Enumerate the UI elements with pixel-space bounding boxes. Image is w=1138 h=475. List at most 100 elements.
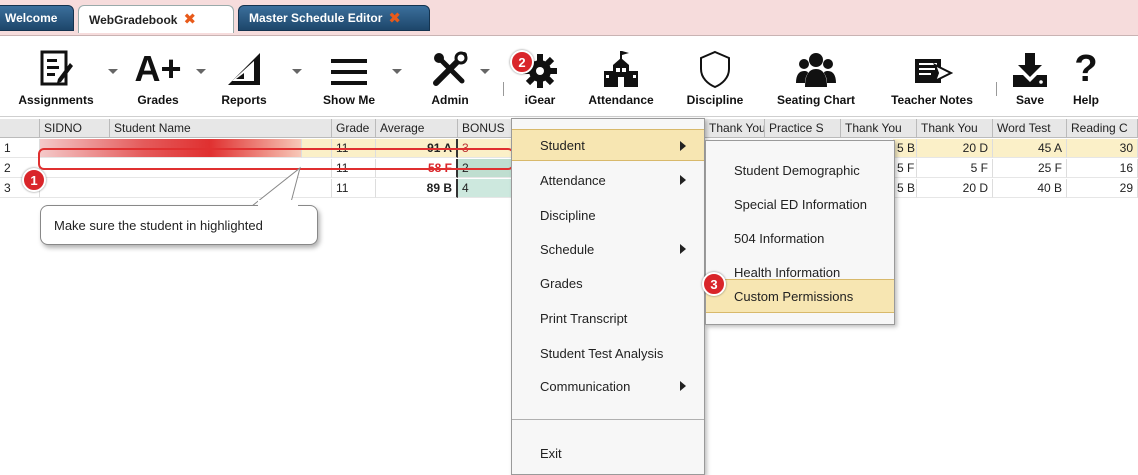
step-badge-2: 2 [510,50,534,74]
score-cell[interactable]: 30 [1067,139,1138,158]
menu-icon [329,45,369,89]
score-cell[interactable]: 40 B [993,179,1067,198]
column-header-thank-you[interactable]: Thank You [705,119,765,138]
menu-item-label: Student [540,137,585,153]
discipline-label: Discipline [686,93,744,107]
menu-divider [512,419,704,420]
menu-item-grades[interactable]: Grades [512,267,704,299]
menu-item-discipline[interactable]: Discipline [512,199,704,231]
assignments-button[interactable]: Assignments [10,45,102,107]
column-header-sidno[interactable]: SIDNO [40,119,110,138]
column-header-row-number[interactable] [0,119,40,138]
menu-item-attendance[interactable]: Attendance [512,164,704,196]
column-header-grade[interactable]: Grade [332,119,376,138]
submenu-item-custom-permissions[interactable]: Custom Permissions [706,279,894,313]
admin-button[interactable]: Admin [420,45,480,107]
help-label: Help [1072,93,1099,107]
score-cell[interactable]: 20 D [917,179,993,198]
close-icon[interactable]: ✖ [388,11,401,26]
chevron-down-icon[interactable] [292,69,302,74]
school-icon [601,45,641,89]
student-submenu: Student Demographic Special ED Informati… [705,140,895,325]
instruction-callout: Make sure the student in highlighted [40,205,318,245]
reports-label: Reports [221,93,267,107]
column-header-thank-you-3[interactable]: Thank You [917,119,993,138]
tab-bar: Welcome WebGradebook ✖ Master Schedule E… [0,0,1138,36]
reports-button[interactable]: Reports [214,45,274,107]
chevron-down-icon[interactable] [108,69,118,74]
menu-item-student-test-analysis[interactable]: Student Test Analysis [512,337,704,369]
menu-item-label: Attendance [540,172,606,188]
menu-item-schedule[interactable]: Schedule [512,233,704,265]
submenu-item-label: Special ED Information [734,196,867,212]
grades-label: Grades [137,93,179,107]
grades-icon: A+ [134,45,181,89]
seating-chart-label: Seating Chart [776,93,855,107]
grade-cell[interactable]: 11 [332,179,376,198]
teacher-notes-button[interactable]: Teacher Notes [878,45,986,107]
column-header-average[interactable]: Average [376,119,458,138]
menu-item-print-transcript[interactable]: Print Transcript [512,302,704,334]
chevron-down-icon[interactable] [392,69,402,74]
submenu-item-504-information[interactable]: 504 Information [706,221,894,255]
average-cell[interactable]: 89 B [376,179,458,198]
column-header-word-test[interactable]: Word Test [993,119,1067,138]
help-button[interactable]: ? Help [1066,45,1106,107]
seating-chart-button[interactable]: Seating Chart [762,45,870,107]
menu-item-label: Schedule [540,241,595,257]
tab-master-schedule-editor[interactable]: Master Schedule Editor ✖ [238,5,430,31]
chevron-right-icon [680,244,686,254]
close-icon[interactable]: ✖ [183,12,196,27]
tab-label: Master Schedule Editor [249,11,383,25]
tab-welcome[interactable]: Welcome [0,5,74,31]
download-icon [1011,45,1049,89]
menu-item-communication[interactable]: Communication [512,370,704,402]
igear-label: iGear [524,93,556,107]
menu-item-exit[interactable]: Exit [512,437,704,469]
score-cell[interactable]: 45 A [993,139,1067,158]
save-button[interactable]: Save [1008,45,1052,107]
score-cell[interactable]: 16 [1067,159,1138,178]
submenu-item-label: Custom Permissions [734,288,854,304]
reports-icon [224,45,264,89]
step-badge-3: 3 [702,272,726,296]
grades-icon-text: A+ [134,48,182,89]
chevron-down-icon[interactable] [196,69,206,74]
score-cell[interactable]: 5 F [893,159,917,178]
grades-button[interactable]: A+ Grades [128,45,188,108]
teacher-notes-label: Teacher Notes [891,93,973,107]
show-me-button[interactable]: Show Me [318,45,380,107]
score-cell[interactable]: 29 [1067,179,1138,198]
tab-webgradebook[interactable]: WebGradebook ✖ [78,5,234,33]
assignments-icon [39,45,73,89]
column-header-thank-you-2[interactable]: Thank You [841,119,917,138]
tools-icon [430,45,470,89]
column-header-reading[interactable]: Reading C [1067,119,1138,138]
submenu-item-special-ed-information[interactable]: Special ED Information [706,187,894,221]
attendance-button[interactable]: Attendance [575,45,667,107]
bonus-cell[interactable]: 4 [458,179,512,198]
menu-item-student[interactable]: Student [512,129,704,161]
chevron-right-icon [680,141,686,151]
score-cell[interactable]: 25 F [993,159,1067,178]
score-cell[interactable]: 5 B [893,179,917,198]
score-cell[interactable]: 20 D [917,139,993,158]
submenu-item-label: Student Demographic [734,162,860,178]
chevron-down-icon[interactable] [480,69,490,74]
menu-item-label: Communication [540,378,631,394]
tab-label: WebGradebook [89,12,178,27]
toolbar-divider [503,82,504,96]
toolbar: Assignments A+ Grades Reports Show Me Ad… [0,37,1138,117]
tab-label: Welcome [5,11,58,25]
admin-label: Admin [431,93,469,107]
column-header-bonus[interactable]: BONUS [458,119,512,138]
score-cell[interactable]: 5 F [917,159,993,178]
score-cell[interactable]: 5 B [893,139,917,158]
shield-icon [698,45,732,89]
row-number: 1 [0,139,40,158]
toolbar-divider [996,82,997,96]
column-header-practice[interactable]: Practice S [765,119,841,138]
discipline-button[interactable]: Discipline [676,45,754,107]
column-header-student-name[interactable]: Student Name [110,119,332,138]
submenu-item-student-demographic[interactable]: Student Demographic [706,153,894,187]
